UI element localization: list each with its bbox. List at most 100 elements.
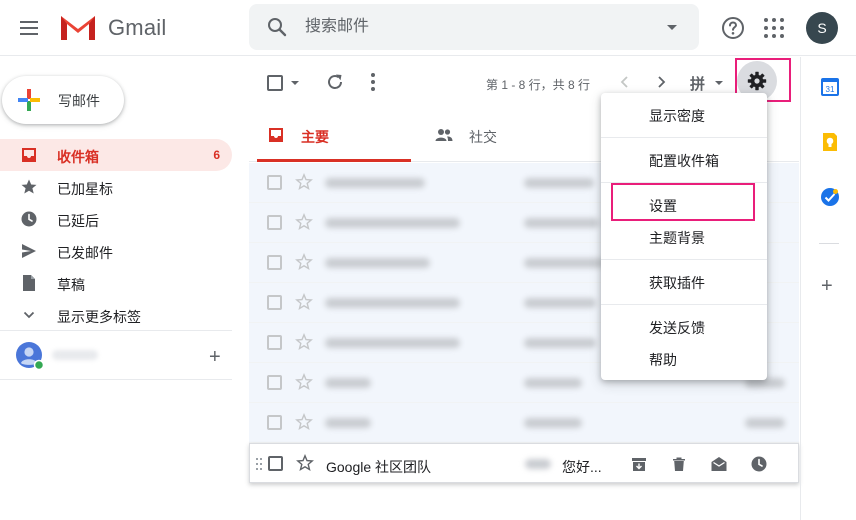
blurred-sender <box>325 298 460 308</box>
star-outline-icon[interactable] <box>295 253 313 271</box>
menu-item-help[interactable]: 帮助 <box>601 343 767 375</box>
calendar-icon[interactable]: 31 <box>820 77 840 97</box>
sidebar-item-starred[interactable]: 已加星标 <box>0 171 232 203</box>
blurred-subject <box>524 258 604 268</box>
compose-button[interactable]: 写邮件 <box>2 76 124 124</box>
menu-divider <box>601 304 767 305</box>
sidebar-item-more-labels[interactable]: 显示更多标签 <box>0 299 232 331</box>
row-checkbox[interactable] <box>268 456 283 471</box>
sidebar-item-label: 已加星标 <box>57 181 113 197</box>
inbox-icon <box>22 148 36 162</box>
menu-icon[interactable] <box>16 14 44 42</box>
row-checkbox[interactable] <box>267 295 282 310</box>
more-vert-icon[interactable] <box>371 73 375 91</box>
blurred-subject <box>524 218 599 228</box>
blurred-subject <box>524 418 582 428</box>
star-icon <box>21 179 37 194</box>
gmail-brand-text[interactable]: Gmail <box>108 15 166 41</box>
sidebar-item-label: 已延后 <box>57 213 99 229</box>
search-options-icon[interactable] <box>667 25 677 30</box>
chevron-left-icon[interactable] <box>617 74 633 90</box>
mark-as-unread-icon[interactable] <box>710 455 728 473</box>
draft-icon <box>23 275 35 291</box>
tab-label: 社交 <box>469 129 497 145</box>
gmail-logo[interactable] <box>58 12 98 42</box>
menu-item-themes[interactable]: 主题背景 <box>601 221 767 253</box>
star-outline-icon[interactable] <box>295 333 313 351</box>
row-checkbox[interactable] <box>267 375 282 390</box>
search-input[interactable] <box>305 4 645 50</box>
sidebar-item-snoozed[interactable]: 已延后 <box>0 203 232 235</box>
compose-label: 写邮件 <box>58 93 100 109</box>
help-icon[interactable] <box>721 16 745 40</box>
mail-sender: Google 社区团队 <box>326 459 432 475</box>
star-outline-icon[interactable] <box>295 413 313 431</box>
blurred-date <box>745 418 785 428</box>
sidebar-item-sent[interactable]: 已发邮件 <box>0 235 232 267</box>
select-all-checkbox[interactable] <box>267 75 283 91</box>
star-outline-icon[interactable] <box>295 373 313 391</box>
search-bar[interactable] <box>249 4 699 50</box>
blurred-subject <box>524 378 582 388</box>
pagination-info: 第 1 - 8 行，共 8 行 <box>486 78 591 92</box>
row-checkbox[interactable] <box>267 215 282 230</box>
inbox-icon <box>269 128 283 142</box>
sidebar-item-label: 收件箱 <box>57 149 99 165</box>
mail-snippet: 您好... <box>562 459 602 475</box>
menu-item-configure-inbox[interactable]: 配置收件箱 <box>601 144 767 176</box>
tab-label: 主要 <box>301 129 329 145</box>
tab-social[interactable]: 社交 <box>425 108 595 162</box>
row-checkbox[interactable] <box>267 415 282 430</box>
star-outline-icon[interactable] <box>295 213 313 231</box>
blurred-subject <box>525 459 551 469</box>
star-outline-icon[interactable] <box>296 454 314 472</box>
row-checkbox[interactable] <box>267 335 282 350</box>
refresh-icon[interactable] <box>325 72 345 92</box>
sidebar-divider <box>0 330 232 331</box>
menu-item-send-feedback[interactable]: 发送反馈 <box>601 311 767 343</box>
mail-row[interactable] <box>249 403 799 443</box>
input-tools-caret-icon[interactable] <box>715 81 723 85</box>
blurred-subject <box>524 178 594 188</box>
side-panel: 31 + <box>800 57 856 520</box>
sidebar-item-inbox[interactable]: 收件箱 6 <box>0 139 232 171</box>
search-icon[interactable] <box>267 17 287 37</box>
delete-icon[interactable] <box>670 455 688 473</box>
apps-icon[interactable] <box>764 18 784 38</box>
blurred-sender <box>325 418 371 428</box>
blurred-sender <box>325 218 460 228</box>
row-checkbox[interactable] <box>267 255 282 270</box>
add-contact-icon[interactable]: + <box>209 346 221 369</box>
archive-icon[interactable] <box>630 455 648 473</box>
star-outline-icon[interactable] <box>295 173 313 191</box>
chevron-right-icon[interactable] <box>653 74 669 90</box>
account-avatar[interactable]: S <box>806 12 838 44</box>
tasks-icon[interactable] <box>820 187 840 207</box>
sidebar-item-drafts[interactable]: 草稿 <box>0 267 232 299</box>
menu-item-display-density[interactable]: 显示密度 <box>601 99 767 131</box>
tab-primary[interactable]: 主要 <box>257 108 411 162</box>
row-checkbox[interactable] <box>267 175 282 190</box>
user-avatar-icon[interactable] <box>16 342 44 370</box>
input-tools-button[interactable]: 拼 <box>690 73 705 94</box>
clock-icon <box>21 211 37 227</box>
send-icon <box>22 244 36 258</box>
calendar-day-number: 31 <box>826 85 835 94</box>
keep-icon[interactable] <box>820 132 840 152</box>
add-icon[interactable]: + <box>821 275 833 298</box>
mail-row-hovered[interactable]: Google 社区团队 您好... <box>249 443 799 483</box>
top-header: Gmail S <box>0 0 856 56</box>
star-outline-icon[interactable] <box>295 293 313 311</box>
blurred-sender <box>325 378 371 388</box>
blurred-sender <box>325 178 425 188</box>
drag-handle-icon[interactable] <box>256 458 262 470</box>
compose-plus-icon <box>18 89 40 111</box>
snooze-clock-icon[interactable] <box>750 455 768 473</box>
blurred-subject <box>524 338 596 348</box>
hangouts-section: + <box>16 342 232 372</box>
sidebar-item-label: 已发邮件 <box>57 245 113 261</box>
menu-item-get-addons[interactable]: 获取插件 <box>601 266 767 298</box>
menu-divider <box>601 137 767 138</box>
blurred-sender <box>325 258 430 268</box>
select-options-icon[interactable] <box>291 81 299 85</box>
